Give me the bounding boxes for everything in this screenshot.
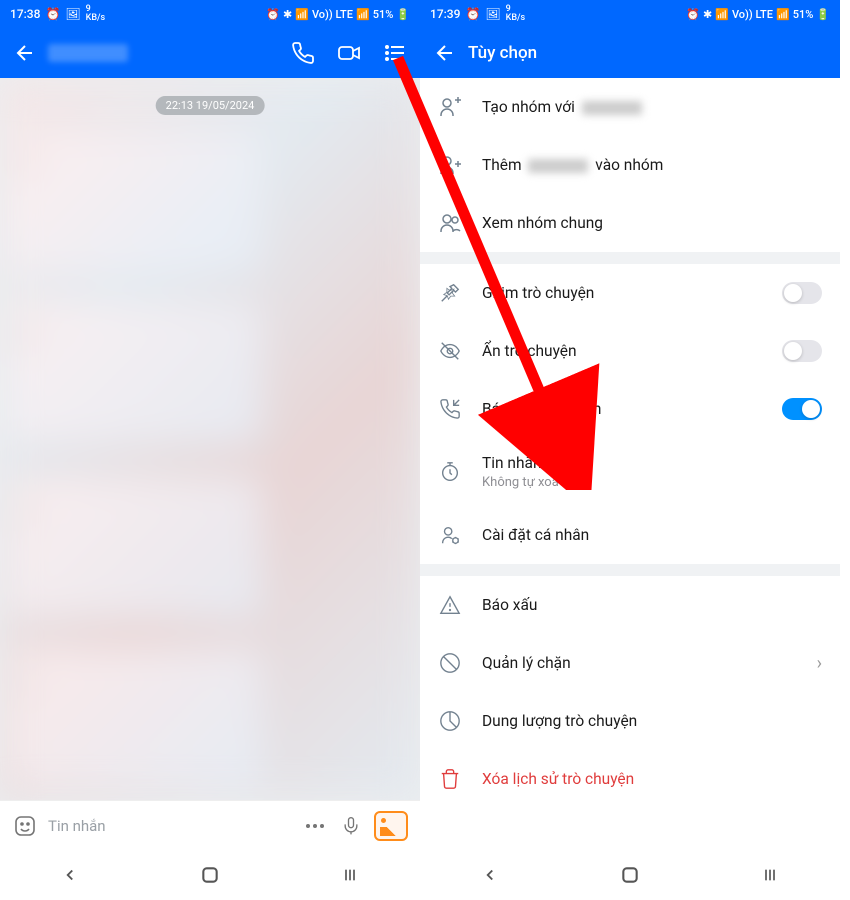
option-storage[interactable]: Dung lượng trò chuyện [420,692,840,750]
picture-icon: 🖼 [65,7,80,21]
blurred-messages [0,78,420,800]
chat-messages[interactable]: 22:13 19/05/2024 [0,78,420,800]
nav-recent-button[interactable] [330,855,370,895]
wifi-icon: 📶 [715,8,729,21]
message-timestamp: 22:13 19/05/2024 [156,96,265,115]
pin-toggle[interactable] [782,282,822,304]
eye-off-icon [438,339,462,363]
options-screen: 17:39 ⏰ 🖼 9KB/s ⏰ ✱ 📶 Vo)) LTE 📶 51% 🔋 T… [420,0,840,900]
timer-icon [438,460,462,484]
option-view-groups[interactable]: Xem nhóm chung [420,194,840,252]
voice-call-button[interactable] [288,38,318,68]
status-time: 17:38 [10,7,40,21]
chat-input-bar: Tin nhắn [0,800,420,850]
back-button[interactable] [430,38,460,68]
option-block-manage[interactable]: Quản lý chặn › [420,634,840,692]
nav-back-button[interactable] [50,855,90,895]
bluetooth-icon: ✱ [703,8,712,21]
message-input[interactable]: Tin nhắn [48,817,292,835]
option-incoming-call[interactable]: Báo cuộc gọi đến [420,380,840,438]
add-user-icon [438,95,462,119]
option-label: Xóa lịch sử trò chuyện [482,770,822,788]
alarm-icon: ⏰ [45,7,60,21]
navigation-bar [0,850,420,900]
option-label: Báo cuộc gọi đến [482,400,762,418]
page-title: Tùy chọn [468,43,830,63]
options-list[interactable]: Tạo nhóm với Thêm vào nhóm Xem nhóm chun… [420,78,840,850]
nav-home-button[interactable] [190,855,230,895]
users-icon [438,211,462,235]
alarm-icon: ⏰ [686,8,700,21]
call-toggle[interactable] [782,398,822,420]
image-button[interactable] [374,811,408,841]
battery-icon: 🔋 [816,8,830,21]
option-label: Ghim trò chuyện [482,284,762,302]
option-label: Thêm vào nhóm [482,156,822,174]
trash-icon [438,767,462,791]
phone-incoming-icon [438,397,462,421]
option-hide-chat[interactable]: Ẩn trò chuyện [420,322,840,380]
option-label: Xem nhóm chung [482,214,822,232]
alarm-icon: ⏰ [266,8,280,21]
nav-home-button[interactable] [610,855,650,895]
option-label: Ẩn trò chuyện [482,342,762,360]
chat-header [0,28,420,78]
pie-chart-icon [438,709,462,733]
warning-icon [438,593,462,617]
option-personal-settings[interactable]: Cài đặt cá nhân [420,506,840,564]
option-sublabel: Không tự xoá [482,475,822,490]
user-settings-icon [438,523,462,547]
nav-recent-button[interactable] [750,855,790,895]
option-label: Dung lượng trò chuyện [482,712,822,730]
status-bar: 17:38 ⏰ 🖼 9KB/s ⏰ ✱ 📶 Vo)) LTE 📶 51% 🔋 [0,0,420,28]
signal-icon: 📶 [776,8,790,21]
network-label: Vo)) LTE [732,8,773,21]
menu-button[interactable] [380,38,410,68]
options-header: Tùy chọn [420,28,840,78]
chat-screen: 17:38 ⏰ 🖼 9KB/s ⏰ ✱ 📶 Vo)) LTE 📶 51% 🔋 [0,0,420,900]
option-label: Cài đặt cá nhân [482,526,822,544]
nav-back-button[interactable] [470,855,510,895]
option-auto-delete[interactable]: Tin nhắn tự xoá Không tự xoá [420,438,840,506]
option-add-to-group[interactable]: Thêm vào nhóm [420,136,840,194]
option-label: Báo xấu [482,596,822,614]
option-delete-history[interactable]: Xóa lịch sử trò chuyện [420,750,840,808]
section-divider [420,252,840,264]
option-label: Tạo nhóm với [482,98,822,116]
battery-level: 51% [793,8,814,21]
signal-icon: 📶 [356,8,370,21]
wifi-icon: 📶 [295,8,309,21]
more-button[interactable] [302,813,328,839]
status-bar: 17:39 ⏰ 🖼 9KB/s ⏰ ✱ 📶 Vo)) LTE 📶 51% 🔋 [420,0,840,28]
pin-icon [438,281,462,305]
status-time: 17:39 [430,7,460,21]
option-report[interactable]: Báo xấu [420,576,840,634]
section-divider [420,564,840,576]
voice-button[interactable] [338,813,364,839]
chevron-right-icon: › [817,653,822,674]
back-button[interactable] [10,38,40,68]
navigation-bar [420,850,840,900]
add-user-icon [438,153,462,177]
bluetooth-icon: ✱ [283,8,292,21]
option-label: Tin nhắn tự xoá [482,454,822,472]
battery-icon: 🔋 [396,8,410,21]
battery-level: 51% [373,8,394,21]
hide-toggle[interactable] [782,340,822,362]
option-label: Quản lý chặn [482,654,797,672]
option-pin-chat[interactable]: Ghim trò chuyện [420,264,840,322]
sticker-button[interactable] [12,813,38,839]
option-create-group[interactable]: Tạo nhóm với [420,78,840,136]
video-call-button[interactable] [334,38,364,68]
alarm-icon: ⏰ [465,7,480,21]
block-icon [438,651,462,675]
network-label: Vo)) LTE [312,8,353,21]
contact-name[interactable] [48,44,128,62]
picture-icon: 🖼 [485,7,500,21]
